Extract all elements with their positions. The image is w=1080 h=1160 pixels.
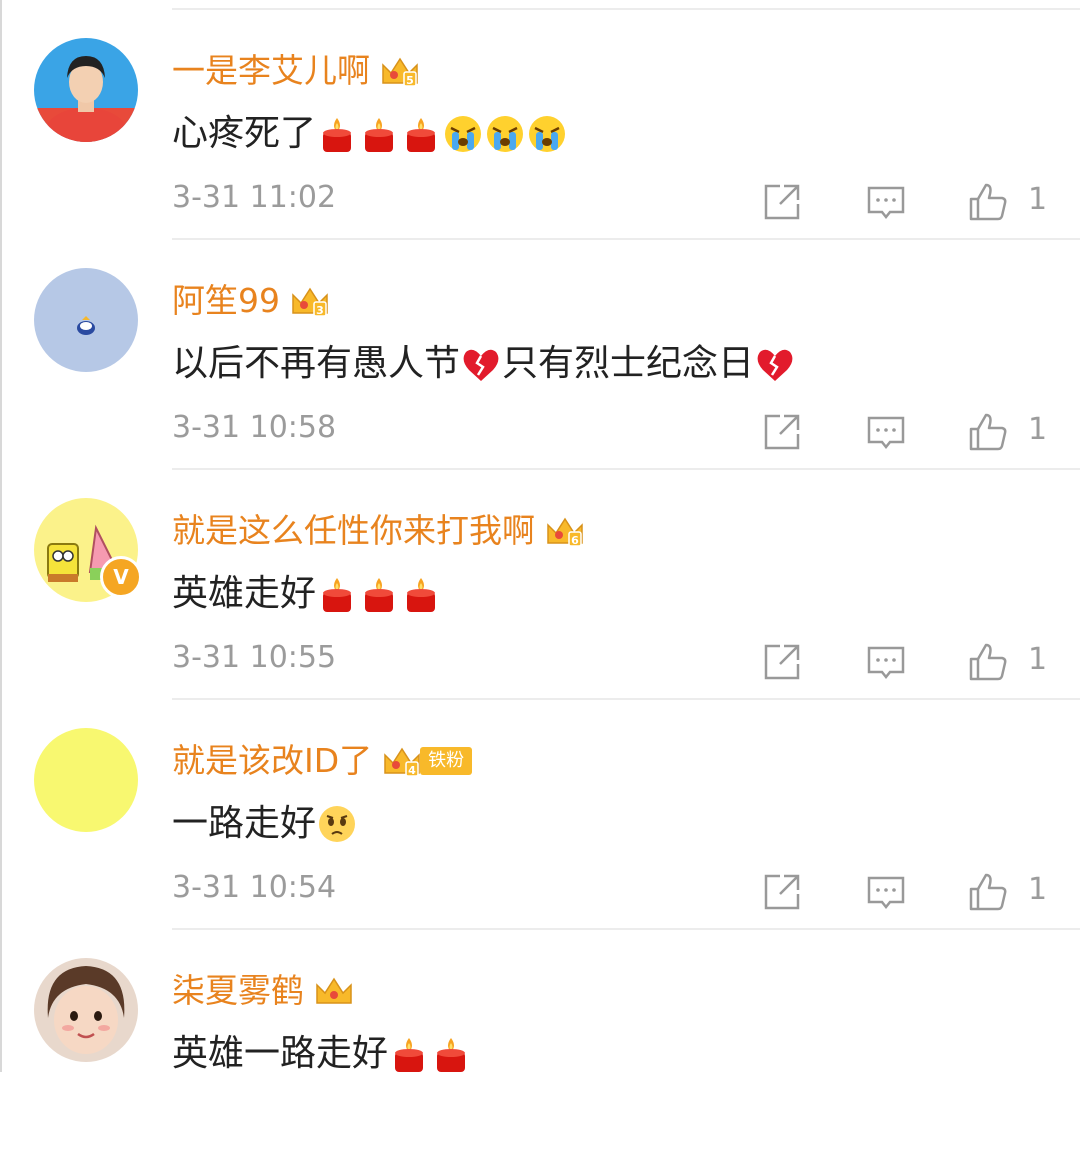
- username-text[interactable]: 就是这么任性你来打我啊: [172, 506, 535, 556]
- share-icon[interactable]: [762, 182, 802, 222]
- verified-badge-icon: V: [100, 556, 142, 598]
- candle-icon: [323, 578, 352, 612]
- candle-icon: [323, 118, 352, 152]
- like-count: 1: [1028, 182, 1048, 217]
- crown-icon: [316, 977, 352, 1004]
- like-icon[interactable]: [968, 642, 1008, 682]
- candle-icon: [407, 118, 436, 152]
- username[interactable]: 一是李艾儿啊 5: [172, 46, 420, 96]
- comment-item: 柒夏雾鹤 英雄一路走好: [0, 930, 1080, 1160]
- svg-text:3: 3: [316, 304, 324, 317]
- avatar[interactable]: [34, 728, 138, 832]
- avatar[interactable]: [34, 268, 138, 372]
- svg-text:6: 6: [571, 534, 579, 547]
- comment-text: 一路走好: [172, 798, 358, 850]
- fan-badge: 铁粉: [420, 747, 473, 775]
- comment-item: V 就是这么任性你来打我啊 6 英雄走好 3-31 10:55 1: [0, 470, 1080, 700]
- like-count: 1: [1028, 872, 1048, 907]
- timestamp: 3-31 11:02: [172, 180, 337, 215]
- username-text[interactable]: 就是该改ID了: [172, 736, 372, 786]
- avatar[interactable]: [34, 958, 138, 1062]
- comment-text-content: 一路走好: [172, 803, 317, 844]
- like-icon[interactable]: [968, 182, 1008, 222]
- comment-text: 心疼死了: [172, 108, 568, 160]
- comment-text-content: 英雄走好: [172, 573, 317, 614]
- candle-icon: [395, 1038, 424, 1072]
- username-text[interactable]: 一是李艾儿啊: [172, 46, 370, 96]
- comment-text-part: 只有烈士纪念日: [502, 343, 755, 384]
- username[interactable]: 就是该改ID了 4 铁粉: [172, 736, 473, 786]
- comment-text: 以后不再有愚人节 只有烈士纪念日: [172, 338, 796, 390]
- like-count: 1: [1028, 642, 1048, 677]
- comment-icon[interactable]: [866, 182, 906, 222]
- share-icon[interactable]: [762, 642, 802, 682]
- crown-level-icon: 4: [384, 747, 420, 777]
- comment-icon[interactable]: [866, 872, 906, 912]
- svg-text:5: 5: [406, 74, 414, 87]
- comment-icon[interactable]: [866, 412, 906, 452]
- candle-icon: [437, 1038, 466, 1072]
- crying-face-icon: [445, 116, 482, 152]
- comment-text-part: 以后不再有愚人节: [172, 343, 461, 384]
- candle-icon: [407, 578, 436, 612]
- crown-level-icon: 5: [382, 57, 418, 87]
- broken-heart-icon: [463, 349, 499, 381]
- comment-icon[interactable]: [866, 642, 906, 682]
- svg-text:4: 4: [408, 764, 416, 777]
- timestamp: 3-31 10:55: [172, 640, 337, 675]
- candle-icon: [365, 578, 394, 612]
- share-icon[interactable]: [762, 872, 802, 912]
- username[interactable]: 就是这么任性你来打我啊 6: [172, 506, 585, 556]
- crying-face-icon: [487, 116, 524, 152]
- timestamp: 3-31 10:58: [172, 410, 337, 445]
- share-icon[interactable]: [762, 412, 802, 452]
- comment-item: 就是该改ID了 4 铁粉 一路走好 3-31 10:54 1: [0, 700, 1080, 930]
- crown-level-icon: 6: [547, 517, 583, 547]
- comment-text: 英雄一路走好: [172, 1028, 472, 1080]
- comment-text-content: 心疼死了: [172, 113, 317, 154]
- comment-text-content: 英雄一路走好: [172, 1033, 389, 1074]
- comment-item: 一是李艾儿啊 5 心疼死了 3-31 11:02 1: [0, 10, 1080, 240]
- sad-face-icon: [319, 806, 356, 842]
- like-count: 1: [1028, 412, 1048, 447]
- crying-face-icon: [529, 116, 566, 152]
- username-text[interactable]: 柒夏雾鹤: [172, 966, 304, 1016]
- like-icon[interactable]: [968, 872, 1008, 912]
- username[interactable]: 柒夏雾鹤: [172, 966, 354, 1016]
- broken-heart-icon: [757, 349, 793, 381]
- crown-level-icon: 3: [292, 287, 328, 317]
- candle-icon: [365, 118, 394, 152]
- username[interactable]: 阿笙99 3: [172, 276, 330, 326]
- like-icon[interactable]: [968, 412, 1008, 452]
- timestamp: 3-31 10:54: [172, 870, 337, 905]
- avatar[interactable]: [34, 38, 138, 142]
- comment-text: 英雄走好: [172, 568, 442, 620]
- username-text[interactable]: 阿笙99: [172, 276, 280, 326]
- comment-item: 阿笙99 3 以后不再有愚人节 只有烈士纪念日 3-31 10:58 1: [0, 240, 1080, 470]
